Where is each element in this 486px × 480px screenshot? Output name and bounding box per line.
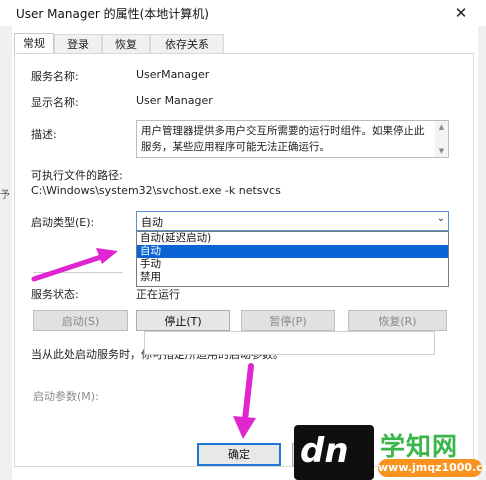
annotation-arrows [31,248,256,439]
properties-window: 予 User Manager 的属性(本地计算机) ✕ 常规 登录 恢复 依存关… [0,0,486,480]
arrow-to-dropdown [31,253,107,282]
arrow-head-ok [233,416,256,439]
watermark-site-name: 学知网 [380,432,459,461]
watermark-logo: dn [294,425,374,480]
watermark: dn 学知网 www.jmqz1000.com [294,425,486,480]
arrow-to-ok [242,363,254,423]
watermark-logo-text: dn [300,431,349,471]
arrow-head-dropdown [96,248,118,264]
watermark-url: www.jmqz1000.com [378,459,486,477]
